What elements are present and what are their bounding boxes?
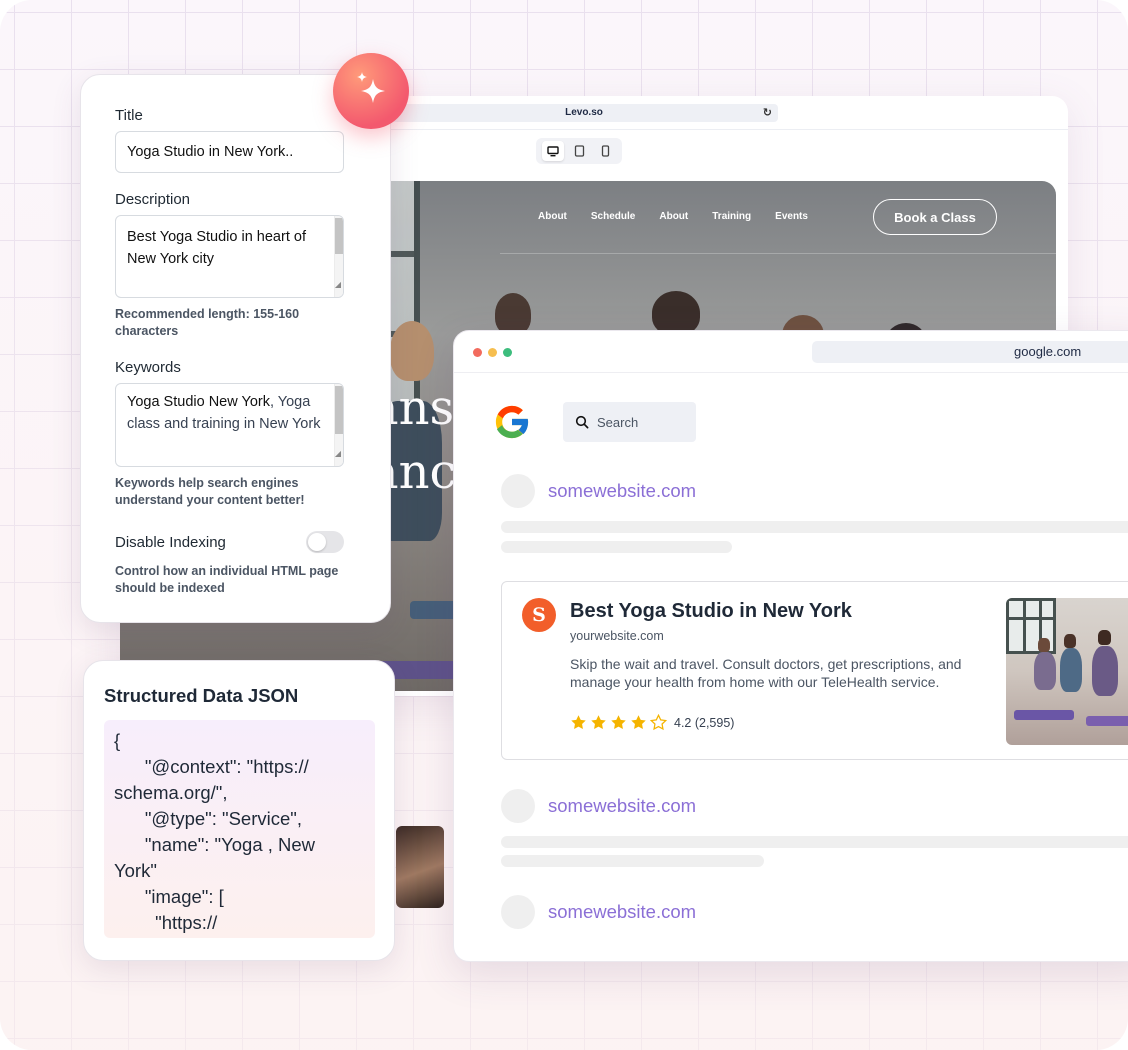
search-result-1[interactable]: somewebsite.com <box>501 474 696 508</box>
star-filled-icon <box>611 715 626 729</box>
featured-description: Skip the wait and travel. Consult doctor… <box>570 656 962 690</box>
desktop-view-button[interactable] <box>542 141 564 161</box>
keywords-label: Keywords <box>115 359 181 376</box>
search-placeholder: Search <box>597 414 639 430</box>
featured-rating: 4.2 (2,595) <box>570 714 734 731</box>
result-skeleton-line <box>501 521 1128 533</box>
disable-indexing-toggle[interactable] <box>306 531 344 553</box>
hero-nav: About Schedule About Training Events <box>538 211 832 222</box>
ai-sparkle-badge[interactable] <box>333 53 409 129</box>
nav-link-about[interactable]: About <box>538 211 567 222</box>
description-hint: Recommended length: 155-160 characters <box>115 307 300 338</box>
mobile-view-button[interactable] <box>594 141 616 161</box>
featured-title[interactable]: Best Yoga Studio in New York <box>570 600 852 623</box>
device-switcher <box>536 138 622 164</box>
resize-grip-icon[interactable]: ◢ <box>335 274 341 296</box>
reload-icon[interactable]: ↻ <box>763 104 772 122</box>
title-input[interactable]: Yoga Studio in New York.. <box>115 131 344 173</box>
result-favicon <box>501 474 535 508</box>
result-skeleton-line <box>501 855 764 867</box>
nav-link-about-2[interactable]: About <box>659 211 688 222</box>
desktop-icon <box>547 145 559 156</box>
google-search-input[interactable]: Search <box>563 402 696 442</box>
brand-logo-icon: S <box>522 598 556 632</box>
indexing-hint: Control how an individual HTML page shou… <box>115 564 339 595</box>
google-url-bar[interactable]: google.com <box>812 341 1128 363</box>
search-result-3[interactable]: somewebsite.com <box>501 895 696 929</box>
result-favicon <box>501 895 535 929</box>
featured-thumbnail-image <box>1006 598 1128 745</box>
maximize-dot[interactable] <box>503 348 512 357</box>
title-label: Title <box>115 107 143 124</box>
site-url-text: Levo.so <box>565 107 603 118</box>
tablet-icon <box>574 145 584 157</box>
structured-data-code[interactable]: { "@context": "https:// schema.org/", "@… <box>104 720 375 938</box>
keywords-textarea[interactable]: Yoga Studio New York, Yoga class and tra… <box>115 383 344 467</box>
description-label: Description <box>115 191 191 208</box>
site-url-bar[interactable]: Levo.so ↻ <box>390 104 778 122</box>
result-url[interactable]: somewebsite.com <box>548 480 696 502</box>
google-preview-window: google.com Search somewebsite.com S Best… <box>453 330 1128 962</box>
star-filled-icon <box>571 715 586 729</box>
nav-link-events[interactable]: Events <box>775 211 808 222</box>
book-class-button[interactable]: Book a Class <box>873 199 997 235</box>
featured-url[interactable]: yourwebsite.com <box>570 629 664 643</box>
structured-data-title: Structured Data JSON <box>104 685 299 706</box>
site-thumbnail-image <box>396 826 444 908</box>
result-url[interactable]: somewebsite.com <box>548 901 696 923</box>
search-icon <box>575 415 589 429</box>
nav-link-training[interactable]: Training <box>712 211 751 222</box>
indexing-row: Disable Indexing <box>115 531 344 553</box>
mobile-icon <box>601 145 609 157</box>
featured-result-card[interactable]: S Best Yoga Studio in New York yourwebsi… <box>501 581 1128 760</box>
close-dot[interactable] <box>473 348 482 357</box>
keywords-text-primary: Yoga Studio New York <box>127 394 270 410</box>
star-filled-icon <box>591 715 606 729</box>
description-text: Best Yoga Studio in heart of New York ci… <box>127 229 306 267</box>
google-toolbar-divider <box>454 372 1128 373</box>
description-textarea[interactable]: Best Yoga Studio in heart of New York ci… <box>115 215 344 298</box>
google-logo-icon <box>495 405 530 439</box>
minimize-dot[interactable] <box>488 348 497 357</box>
keywords-hint: Keywords help search engines understand … <box>115 476 305 507</box>
result-favicon <box>501 789 535 823</box>
search-result-2[interactable]: somewebsite.com <box>501 789 696 823</box>
nav-link-schedule[interactable]: Schedule <box>591 211 635 222</box>
structured-data-card: Structured Data JSON { "@context": "http… <box>83 660 395 961</box>
seo-settings-panel: Title Yoga Studio in New York.. Descript… <box>80 74 391 623</box>
window-controls <box>473 348 512 357</box>
tablet-view-button[interactable] <box>568 141 590 161</box>
star-outline-icon <box>650 714 667 731</box>
indexing-label: Disable Indexing <box>115 533 226 551</box>
hero-nav-rule <box>500 253 1056 254</box>
sparkle-icon <box>357 72 385 103</box>
result-url[interactable]: somewebsite.com <box>548 795 696 817</box>
result-skeleton-line <box>501 836 1128 848</box>
star-filled-icon <box>631 715 646 729</box>
result-skeleton-line <box>501 541 732 553</box>
resize-grip-icon[interactable]: ◢ <box>335 443 341 465</box>
rating-text: 4.2 (2,595) <box>674 715 735 730</box>
